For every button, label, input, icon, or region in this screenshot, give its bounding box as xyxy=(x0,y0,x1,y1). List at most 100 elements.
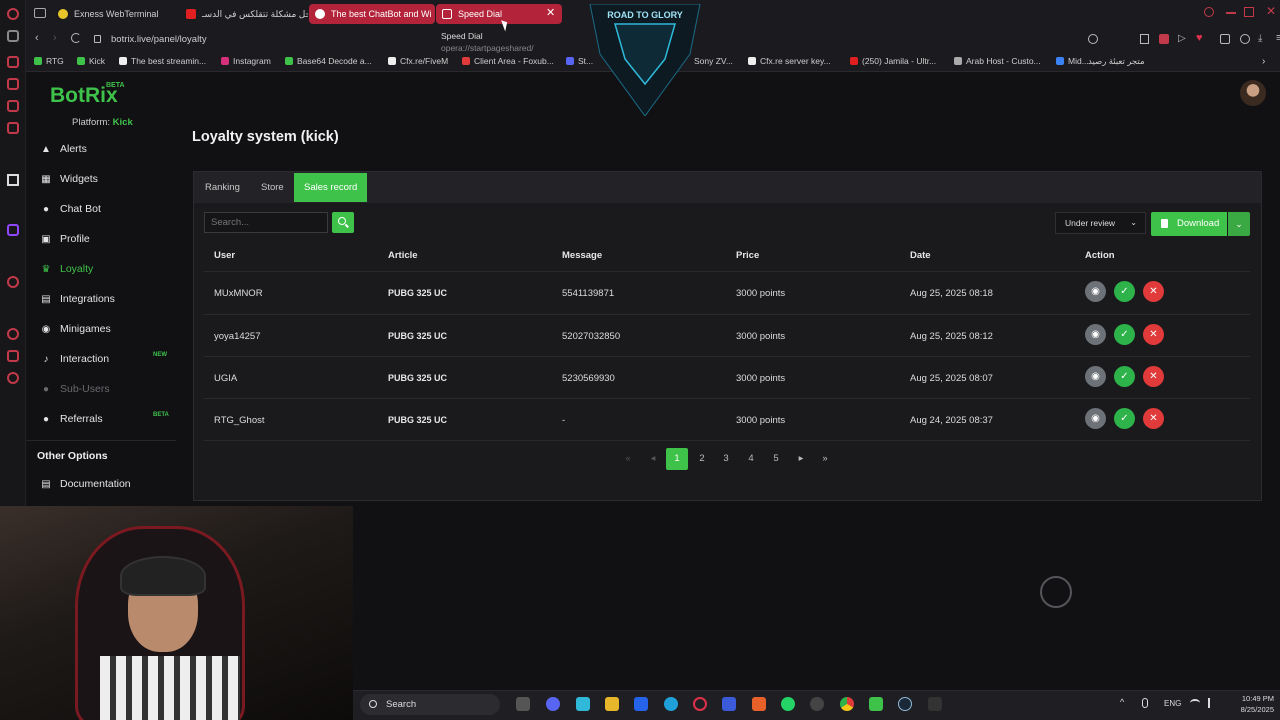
bookmark-item[interactable]: (250) Jamila - Ultr... xyxy=(850,56,936,66)
page-1-button[interactable]: 1 xyxy=(666,448,688,470)
approve-button[interactable]: ✓ xyxy=(1114,281,1135,302)
app-icon[interactable] xyxy=(722,697,736,711)
search-button[interactable] xyxy=(332,212,354,233)
brave-icon[interactable] xyxy=(752,697,766,711)
reject-button[interactable]: ✕ xyxy=(1143,281,1164,302)
page-4-button[interactable]: 4 xyxy=(740,448,762,470)
sidebar-item-interaction[interactable]: ♪ Interaction xyxy=(40,353,110,365)
app-icon[interactable] xyxy=(810,697,824,711)
tv-icon[interactable] xyxy=(7,122,19,134)
bookmarks-more-icon[interactable]: › xyxy=(1262,56,1265,67)
zoom-icon[interactable] xyxy=(1088,34,1098,44)
page-2-button[interactable]: 2 xyxy=(691,448,713,470)
sidebar-item-profile[interactable]: ▣ Profile xyxy=(40,233,90,245)
tab-arabic[interactable]: حل مشكلة تتقلكس في الدسـ xyxy=(180,4,308,24)
player-icon[interactable] xyxy=(7,100,19,112)
speaker-icon[interactable] xyxy=(1208,698,1216,708)
view-button[interactable]: ◉ xyxy=(1085,281,1106,302)
downloads-icon[interactable] xyxy=(7,350,19,362)
close-tab-icon[interactable]: ✕ xyxy=(546,6,555,19)
bookmark-item[interactable]: Base64 Decode a... xyxy=(285,56,372,66)
clock-icon[interactable] xyxy=(7,276,19,288)
sidebar-item-sub-users[interactable]: ● Sub-Users xyxy=(40,383,110,395)
reject-button[interactable]: ✕ xyxy=(1143,324,1164,345)
last-page-icon[interactable]: » xyxy=(814,448,836,470)
discord-icon[interactable] xyxy=(546,697,560,711)
taskbar-clock[interactable]: 10:49 PM 8/25/2025 xyxy=(1230,693,1274,715)
settings-icon[interactable] xyxy=(7,372,19,384)
opera-logo-icon[interactable] xyxy=(7,8,19,20)
play-icon[interactable]: ▷ xyxy=(1178,33,1186,44)
language-indicator[interactable]: ENG xyxy=(1164,699,1181,708)
page-3-button[interactable]: 3 xyxy=(715,448,737,470)
back-icon[interactable]: ‹ xyxy=(35,32,39,44)
copilot-icon[interactable] xyxy=(576,697,590,711)
tab-menu-icon[interactable] xyxy=(34,8,46,18)
tray-chevron-icon[interactable]: ^ xyxy=(1120,697,1124,707)
wifi-icon[interactable] xyxy=(1190,699,1200,707)
workspace-icon[interactable] xyxy=(7,78,19,90)
sidebar-item-widgets[interactable]: ▦ Widgets xyxy=(40,173,98,185)
tab-exness[interactable]: Exness WebTerminal xyxy=(52,4,180,24)
snapshot-icon[interactable] xyxy=(1140,34,1149,44)
sidebar-item-loyalty[interactable]: ♛ Loyalty xyxy=(40,263,94,275)
twitch-icon[interactable] xyxy=(7,224,19,236)
page-5-button[interactable]: 5 xyxy=(765,448,787,470)
approve-button[interactable]: ✓ xyxy=(1114,324,1135,345)
store-icon[interactable] xyxy=(634,697,648,711)
tab-speed-dial[interactable]: Speed Dial xyxy=(436,4,562,24)
close-window-icon[interactable]: ✕ xyxy=(1266,4,1276,18)
maximize-icon[interactable] xyxy=(1244,7,1254,17)
reject-button[interactable]: ✕ xyxy=(1143,408,1164,429)
menu-icon[interactable]: ≡ xyxy=(1276,32,1280,44)
first-page-icon[interactable]: « xyxy=(617,448,639,470)
status-filter-select[interactable]: Under review ⌄ xyxy=(1055,212,1146,234)
app-icon[interactable] xyxy=(869,697,883,711)
bookmark-item[interactable]: The best streamin... xyxy=(119,56,206,66)
bookmark-item[interactable]: Client Area - Foxub... xyxy=(462,56,554,66)
app-icon[interactable] xyxy=(928,697,942,711)
download-icon[interactable]: ⤓ xyxy=(1258,33,1262,44)
tab-ranking[interactable]: Ranking xyxy=(195,173,250,202)
microphone-icon[interactable] xyxy=(1142,698,1148,708)
bookmark-item[interactable]: Mid... xyxy=(1056,56,1089,66)
shield-icon[interactable] xyxy=(1159,34,1169,44)
sidebar-item-alerts[interactable]: ▲ Alerts xyxy=(40,143,87,155)
view-button[interactable]: ◉ xyxy=(1085,366,1106,387)
bookmark-item[interactable]: Cfx.re/FiveM xyxy=(388,56,448,66)
bookmark-item[interactable]: Cfx.re server key... xyxy=(748,56,831,66)
extensions-icon[interactable] xyxy=(1220,34,1230,44)
view-button[interactable]: ◉ xyxy=(1085,408,1106,429)
bookmark-item[interactable]: Instagram xyxy=(221,56,271,66)
bookmark-item[interactable]: RTG xyxy=(34,56,64,66)
sidebar-item-documentation[interactable]: ▤ Documentation xyxy=(40,478,130,490)
approve-button[interactable]: ✓ xyxy=(1114,366,1135,387)
sidebar-item-referrals[interactable]: ● Referrals xyxy=(40,413,103,425)
forward-icon[interactable]: › xyxy=(53,32,57,44)
bookmark-item[interactable]: متجر تعبئة رصيد xyxy=(1088,56,1145,67)
sidebar-item-chat-bot[interactable]: ● Chat Bot xyxy=(40,203,101,215)
file-explorer-icon[interactable] xyxy=(605,697,619,711)
download-button[interactable]: Download xyxy=(1151,212,1227,236)
tab-botrix[interactable]: The best ChatBot and Wi xyxy=(309,4,435,24)
prev-page-icon[interactable]: ◂ xyxy=(642,448,664,470)
messenger-icon[interactable] xyxy=(7,56,19,68)
history-icon[interactable] xyxy=(7,328,19,340)
bookmark-item[interactable]: Arab Host - Custo... xyxy=(954,56,1041,66)
next-page-icon[interactable]: ▸ xyxy=(790,448,812,470)
approve-button[interactable]: ✓ xyxy=(1114,408,1135,429)
reload-icon[interactable] xyxy=(7,30,19,42)
opera-icon[interactable] xyxy=(693,697,707,711)
url-field[interactable]: botrix.live/panel/loyalty xyxy=(111,34,207,45)
steam-icon[interactable] xyxy=(898,697,912,711)
search-tabs-icon[interactable] xyxy=(1204,7,1214,17)
taskbar-search[interactable]: Search xyxy=(360,694,500,715)
tab-store[interactable]: Store xyxy=(251,173,294,202)
sidebar-item-minigames[interactable]: ◉ Minigames xyxy=(40,323,111,335)
bookmark-item[interactable]: Kick xyxy=(77,56,105,66)
sidebar-item-integrations[interactable]: ▤ Integrations xyxy=(40,293,115,305)
reload-icon[interactable] xyxy=(71,33,81,43)
search-input[interactable] xyxy=(204,212,328,233)
chrome-icon[interactable] xyxy=(840,697,854,711)
aria-icon[interactable] xyxy=(7,174,19,186)
